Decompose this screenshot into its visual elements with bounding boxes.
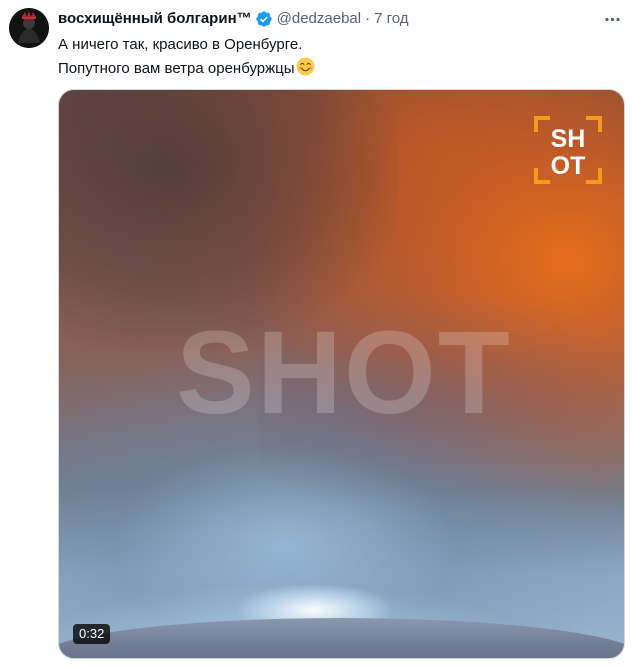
verified-badge-icon (255, 10, 273, 28)
tweet[interactable]: восхищённый болгарин™ @dedzaebal · 7 год… (0, 0, 633, 667)
timestamp[interactable]: 7 год (374, 9, 408, 29)
shot-logo-text-bottom: OT (551, 152, 586, 180)
shot-logo-text-top: SH (551, 125, 586, 153)
tweet-text-line-2-text: Попутного вам ветра оренбуржцы (58, 60, 295, 77)
tweet-text-line-1: А ничего так, красиво в Оренбурге. (58, 36, 303, 53)
smiling-face-emoji-icon (296, 57, 315, 76)
tweet-header: восхищённый болгарин™ @dedzaebal · 7 год (58, 9, 593, 29)
author-handle[interactable]: @dedzaebal (277, 9, 361, 29)
shot-logo: SH OT (534, 116, 602, 184)
video-duration-badge: 0:32 (73, 624, 111, 644)
display-name[interactable]: восхищённый болгарин™ (58, 9, 252, 29)
shot-watermark: SHOT (139, 318, 549, 428)
shot-watermark-text: SHOT (176, 318, 512, 428)
avatar-image (9, 8, 49, 48)
video-frame-ground (59, 618, 624, 658)
avatar[interactable] (9, 8, 49, 48)
tweet-text-line-2: Попутного вам ветра оренбуржцы (58, 57, 619, 81)
more-horizontal-icon (604, 17, 620, 21)
tweet-text: А ничего так, красиво в Оренбурге. Попут… (58, 33, 619, 81)
video-player[interactable]: SHOT SH OT 0:32 (58, 89, 625, 659)
separator-dot: · (365, 10, 371, 27)
more-button[interactable] (601, 8, 623, 30)
